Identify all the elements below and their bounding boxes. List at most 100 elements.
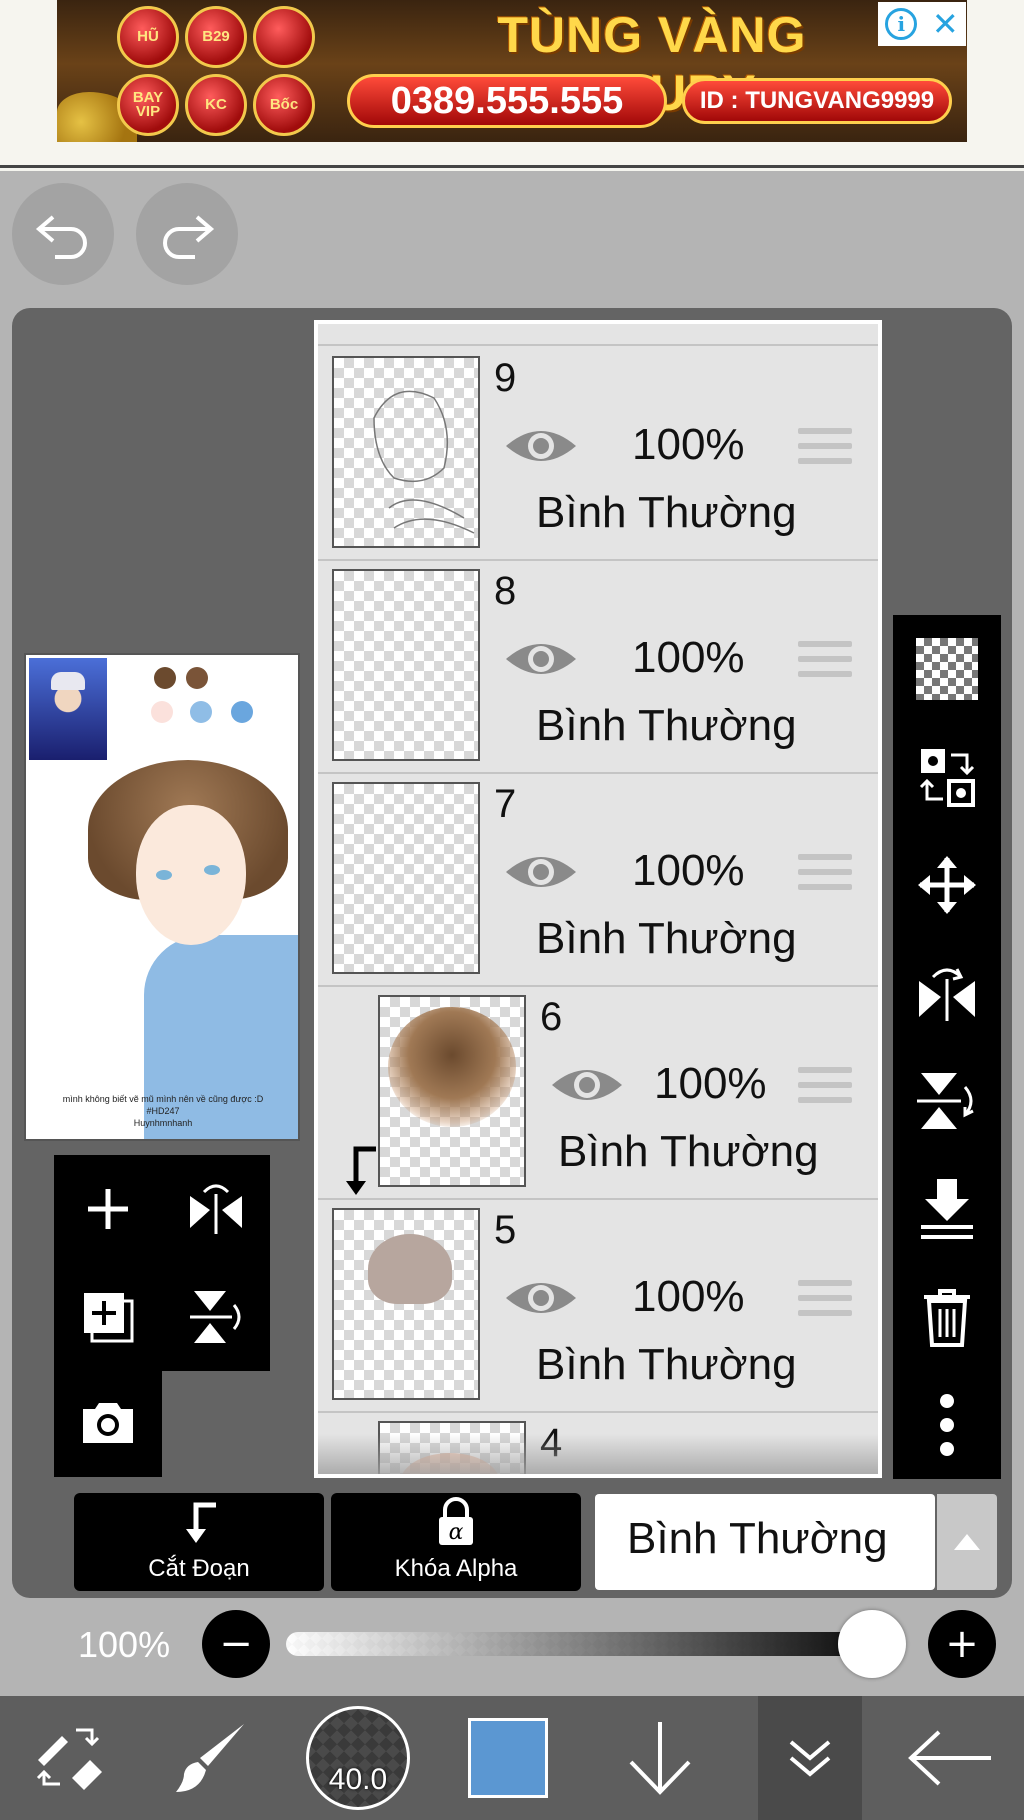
color-button[interactable] — [438, 1696, 578, 1820]
visibility-eye-icon[interactable] — [504, 424, 578, 468]
swap-icon — [919, 749, 975, 807]
pen-eraser-swap-icon — [36, 1728, 102, 1790]
layer-thumbnail — [378, 995, 526, 1187]
opacity-decrease-button[interactable]: − — [202, 1610, 270, 1678]
undo-button[interactable] — [12, 183, 114, 285]
merge-down-button[interactable] — [893, 1155, 1001, 1263]
layer-row[interactable]: 7 100% Bình Thường — [318, 774, 878, 987]
flip-vertical-icon — [190, 1291, 241, 1343]
layer-tools-right — [893, 615, 1001, 1479]
add-layer-button[interactable] — [54, 1155, 162, 1263]
layer-down-button[interactable] — [590, 1696, 730, 1820]
blend-mode-dropdown-button[interactable] — [937, 1494, 997, 1590]
ad-bar: HŨ B29 BAY VIP KC Bốc TÙNG VÀNG LUXURY 0… — [0, 0, 1024, 168]
layer-number: 5 — [494, 1208, 517, 1252]
layer-thumbnail — [332, 356, 480, 548]
more-vertical-icon — [940, 1394, 954, 1456]
caption-line: #HD247 — [146, 1106, 180, 1116]
ad-logo: B29 — [185, 6, 247, 68]
flip-vertical-button[interactable] — [893, 1047, 1001, 1155]
caption-line: Huynhmnhanh — [133, 1118, 193, 1128]
layer-tools-left-bottom — [54, 1369, 162, 1477]
flip-layer-horizontal-button[interactable] — [162, 1155, 270, 1263]
visibility-eye-icon[interactable] — [504, 637, 578, 681]
layer-list[interactable]: 9 100% Bình Thường 8 100% Bình Thường 7 — [314, 320, 882, 1478]
layer-thumbnail — [332, 569, 480, 761]
alpha-lock-button[interactable]: α Khóa Alpha — [331, 1493, 581, 1591]
clipping-button[interactable]: Cắt Đoạn — [74, 1493, 324, 1591]
list-fade — [318, 1434, 878, 1474]
flip-layer-vertical-button[interactable] — [162, 1263, 270, 1371]
ad-info-icon[interactable]: i — [885, 8, 918, 40]
swap-layer-button[interactable] — [893, 723, 1001, 831]
layer-row[interactable]: 5 100% Bình Thường — [318, 1200, 878, 1413]
layer-opacity: 100% — [654, 1059, 767, 1108]
import-photo-button[interactable] — [54, 1369, 162, 1477]
ad-phone: 0389.555.555 — [347, 74, 667, 128]
layer-thumbnail — [332, 782, 480, 974]
drawing-eye — [204, 865, 220, 875]
blend-mode-select[interactable]: Bình Thường — [595, 1494, 935, 1590]
layer-row[interactable]: 9 100% Bình Thường — [318, 348, 878, 561]
ad-banner[interactable]: HŨ B29 BAY VIP KC Bốc TÙNG VÀNG LUXURY 0… — [57, 0, 967, 142]
more-options-button[interactable] — [893, 1371, 1001, 1479]
visibility-eye-icon[interactable] — [550, 1063, 624, 1107]
ad-controls: i ✕ — [878, 2, 966, 46]
move-layer-button[interactable] — [893, 831, 1001, 939]
brush-size-button[interactable]: 40.0 — [288, 1696, 428, 1820]
bottom-toolbar: 40.0 — [0, 1696, 1024, 1820]
opacity-increase-button[interactable]: + — [928, 1610, 996, 1678]
delete-layer-button[interactable] — [893, 1263, 1001, 1371]
drag-handle-icon[interactable] — [798, 641, 852, 681]
layer-number: 6 — [540, 995, 563, 1039]
layer-tools-left — [54, 1155, 270, 1371]
tool-switch-button[interactable] — [0, 1696, 140, 1820]
color-swatch-dot — [154, 667, 176, 689]
opacity-slider[interactable] — [286, 1632, 896, 1656]
flip-vertical-icon — [917, 1073, 974, 1129]
lock-icon: α — [439, 1497, 473, 1545]
clipping-icon — [186, 1502, 216, 1543]
layer-thumbnail — [332, 1208, 480, 1400]
layer-row-partial — [318, 324, 878, 346]
redo-button[interactable] — [136, 183, 238, 285]
layer-blend-mode: Bình Thường — [536, 1340, 797, 1389]
ad-logos: HŨ B29 BAY VIP KC Bốc — [117, 6, 387, 136]
layer-row[interactable]: 6 100% Bình Thường — [318, 987, 878, 1200]
transparent-bg-button[interactable] — [893, 615, 1001, 723]
layer-opacity: 100% — [632, 420, 745, 469]
layer-blend-mode: Bình Thường — [558, 1127, 819, 1176]
layer-row[interactable]: 8 100% Bình Thường — [318, 561, 878, 774]
hair-thumbnail — [368, 1234, 452, 1304]
brown-blur-thumbnail — [388, 1007, 516, 1127]
drag-handle-icon[interactable] — [798, 428, 852, 468]
trash-icon — [924, 1289, 970, 1347]
drag-handle-icon[interactable] — [798, 854, 852, 894]
visibility-eye-icon[interactable] — [504, 850, 578, 894]
ad-logo — [253, 6, 315, 68]
undo-icon — [35, 215, 87, 259]
clipping-arrow-icon — [346, 1146, 376, 1195]
color-swatch-dot — [231, 701, 253, 723]
duplicate-layer-icon — [84, 1293, 134, 1343]
current-color-swatch — [468, 1718, 548, 1798]
ad-close-icon[interactable]: ✕ — [932, 8, 959, 40]
drag-handle-icon[interactable] — [798, 1280, 852, 1320]
layer-blend-mode: Bình Thường — [536, 914, 797, 963]
back-button[interactable] — [880, 1696, 1020, 1820]
color-swatch-dot — [151, 701, 173, 723]
brush-size-indicator: 40.0 — [306, 1706, 410, 1810]
clipping-label: Cắt Đoạn — [148, 1555, 250, 1582]
layer-opacity: 100% — [632, 846, 745, 895]
drag-handle-icon[interactable] — [798, 1067, 852, 1107]
opacity-slider-thumb[interactable] — [838, 1610, 906, 1678]
brush-tool-button[interactable] — [140, 1696, 280, 1820]
flip-horizontal-button[interactable] — [893, 939, 1001, 1047]
flip-horizontal-icon — [919, 968, 975, 1021]
canvas-preview[interactable]: mình không biết vẽ mũ mình nên về cũng đ… — [24, 653, 300, 1141]
camera-icon — [83, 1403, 133, 1443]
brush-size-value: 40.0 — [328, 1763, 388, 1796]
layer-panel-toggle-button[interactable] — [758, 1696, 862, 1820]
visibility-eye-icon[interactable] — [504, 1276, 578, 1320]
duplicate-layer-button[interactable] — [54, 1263, 162, 1371]
